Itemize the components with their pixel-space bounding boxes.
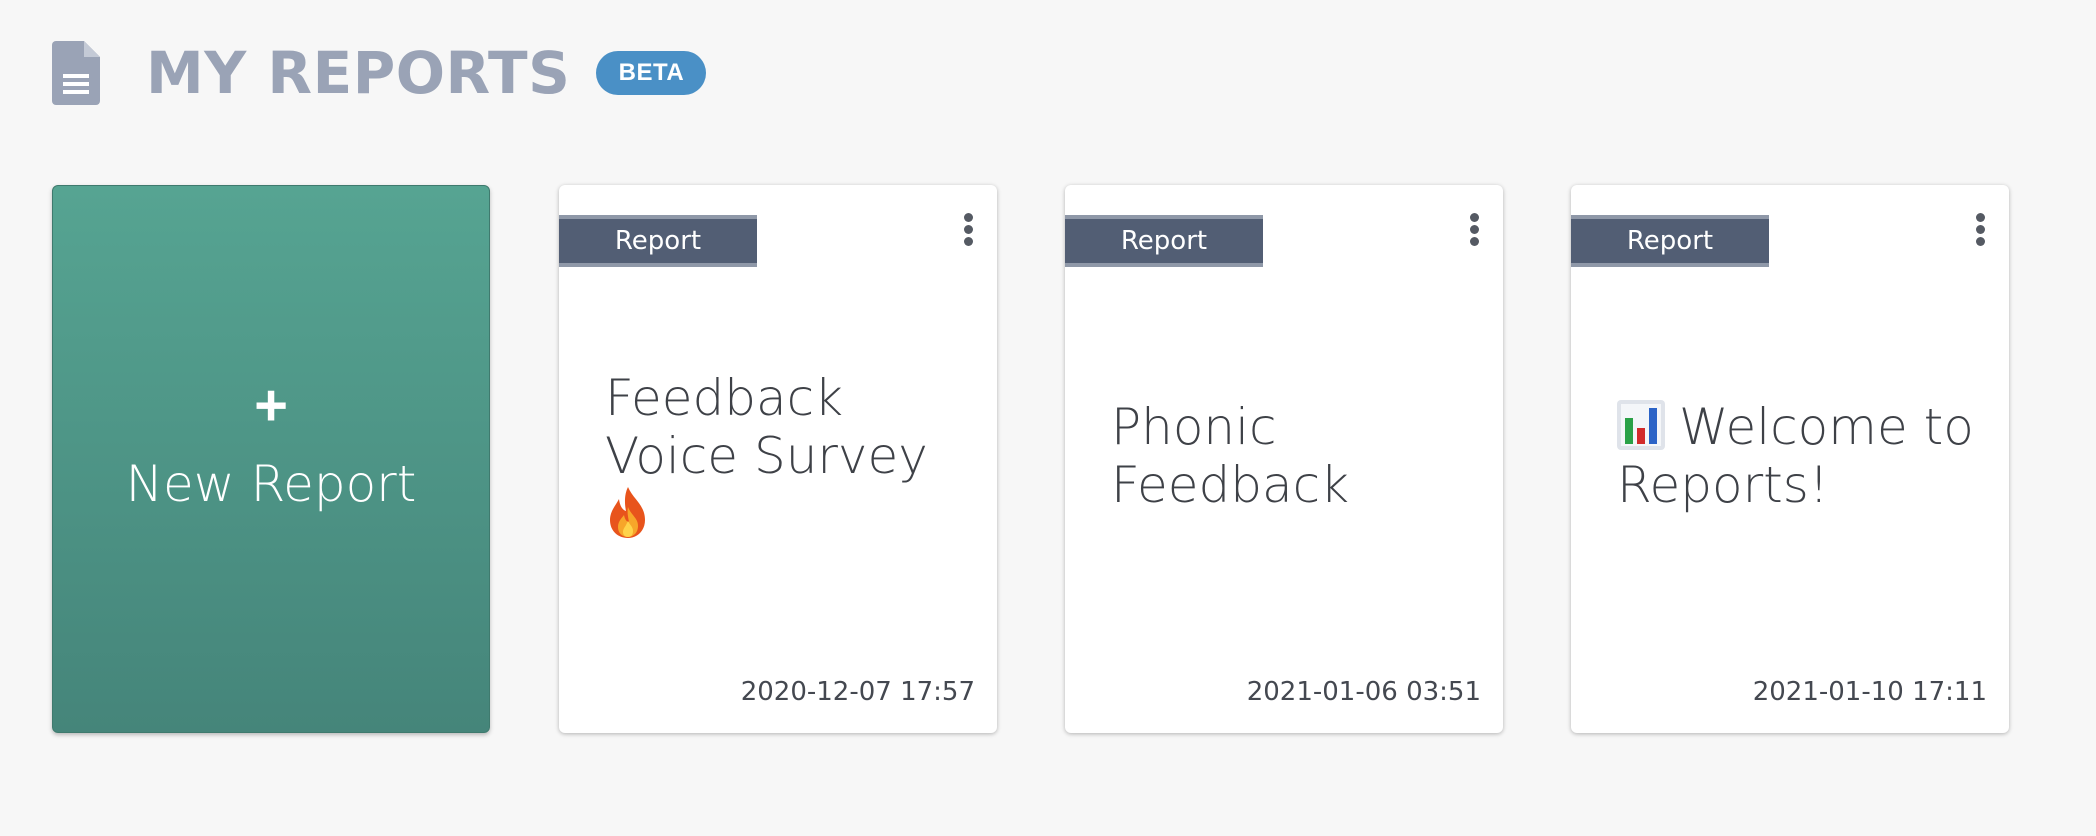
- report-title: Welcome to Reports!: [1617, 398, 1974, 514]
- new-report-button[interactable]: + New Report: [52, 185, 490, 733]
- page-header: MY REPORTS BETA: [52, 39, 707, 107]
- report-date: 2021-01-06 03:51: [1246, 677, 1481, 707]
- report-card[interactable]: Report Phonic Feedback 2021-01-06 03:51: [1065, 185, 1503, 733]
- report-tag: Report: [559, 215, 757, 267]
- more-options-icon[interactable]: [1973, 213, 1987, 249]
- beta-badge: BETA: [596, 51, 707, 95]
- bar-chart-icon: [1617, 400, 1665, 450]
- fire-icon: [610, 487, 645, 538]
- report-card[interactable]: Report Feedback Voice Survey 2020-12-07 …: [559, 185, 997, 733]
- new-report-label: New Report: [125, 455, 417, 513]
- report-tag: Report: [1571, 215, 1769, 267]
- page-title: MY REPORTS: [146, 39, 571, 107]
- report-date: 2020-12-07 17:57: [740, 677, 975, 707]
- report-title: Feedback Voice Survey: [605, 369, 967, 543]
- report-date: 2021-01-10 17:11: [1752, 677, 1987, 707]
- more-options-icon[interactable]: [1467, 213, 1481, 249]
- more-options-icon[interactable]: [961, 213, 975, 249]
- document-icon: [52, 41, 100, 105]
- report-title: Phonic Feedback: [1111, 398, 1350, 514]
- report-card[interactable]: Report Welcome to Reports! 2021-01-10 17…: [1571, 185, 2009, 733]
- report-tag: Report: [1065, 215, 1263, 267]
- plus-icon: +: [254, 373, 288, 438]
